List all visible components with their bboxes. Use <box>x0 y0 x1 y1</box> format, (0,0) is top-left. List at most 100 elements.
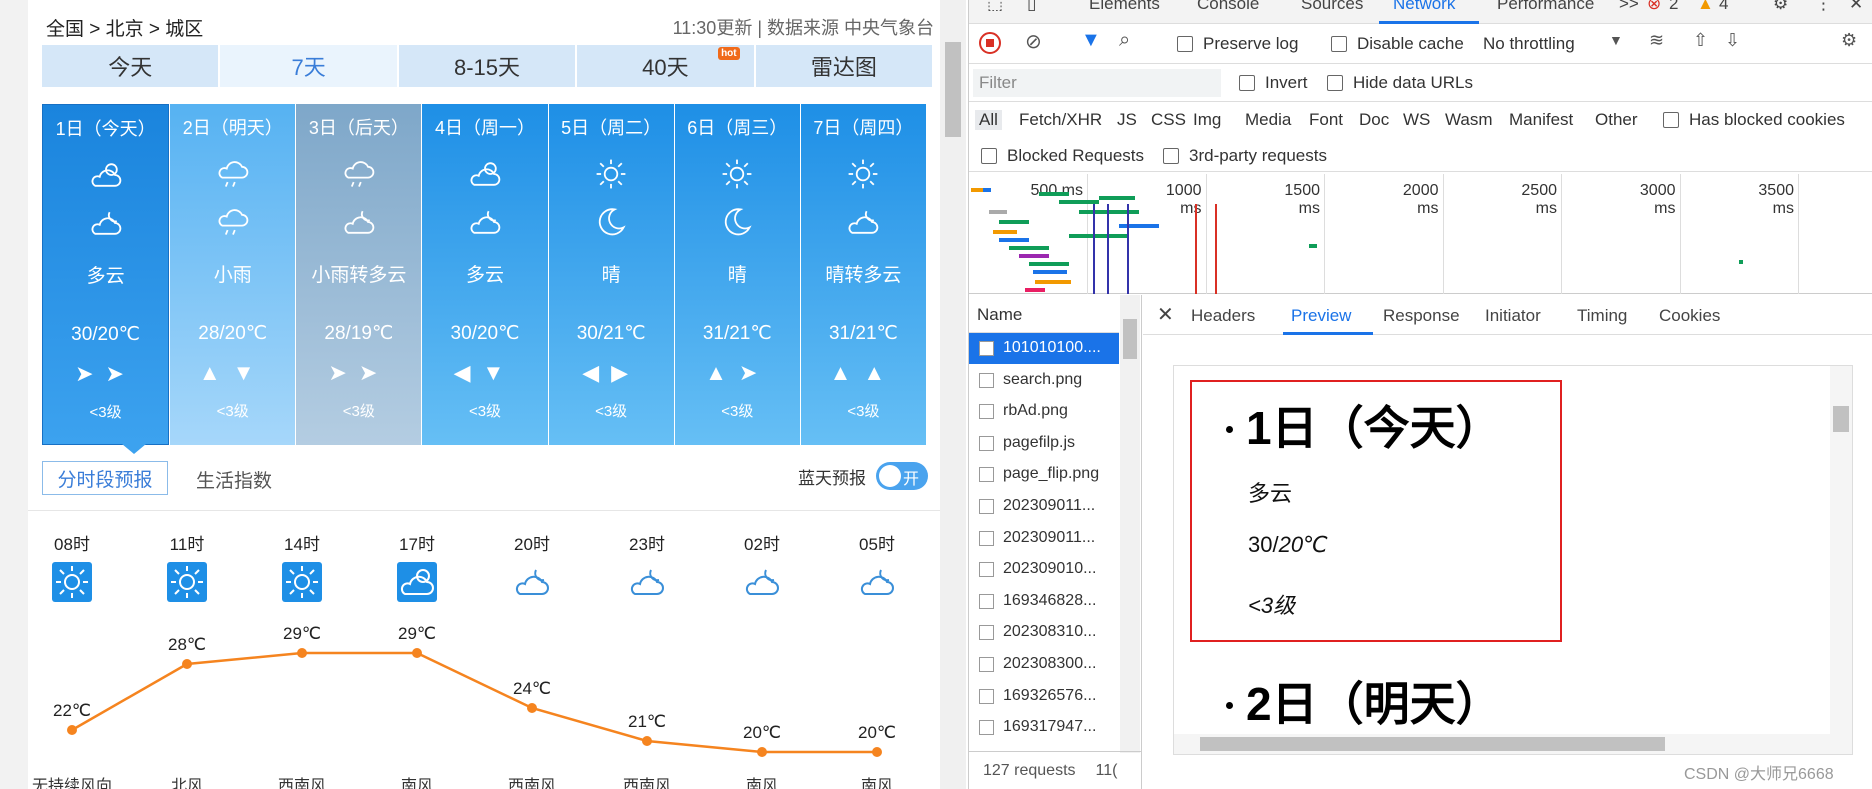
type-filter-manifest[interactable]: Manifest <box>1509 110 1573 130</box>
blocked-requests-checkbox[interactable] <box>981 148 997 164</box>
warning-icon[interactable]: ▲ <box>1697 0 1714 14</box>
network-timeline[interactable]: 500 ms 1000 ms 1500 ms 2000 ms 2500 ms 3000 m… <box>969 174 1872 294</box>
day-card[interactable]: 7日（周四） 晴转多云 31/21℃ ▲▲ <3级 <box>800 104 926 445</box>
type-filter-media[interactable]: Media <box>1245 110 1291 130</box>
network-settings-icon[interactable]: ⚙ <box>1841 30 1857 51</box>
kebab-menu-icon[interactable]: ⋮ <box>1815 0 1832 14</box>
type-filter-css[interactable]: CSS <box>1151 110 1186 130</box>
settings-icon[interactable]: ⚙ <box>1773 0 1788 14</box>
tab-console[interactable]: Console <box>1197 0 1259 14</box>
chevron-down-icon[interactable]: ▼ <box>1609 32 1623 48</box>
request-row[interactable]: 202309010... <box>969 554 1119 585</box>
subtab-hourly[interactable]: 分时段预报 <box>42 461 168 495</box>
scrollbar-thumb[interactable] <box>1123 319 1137 359</box>
type-filter-all[interactable]: All <box>975 110 1002 130</box>
request-list-scrollbar[interactable] <box>1120 295 1140 753</box>
request-row[interactable]: 202308310... <box>969 617 1119 648</box>
preserve-log-checkbox[interactable] <box>1177 36 1193 52</box>
request-row[interactable]: 101010100.... <box>969 333 1119 364</box>
close-details-icon[interactable]: ✕ <box>1157 302 1174 327</box>
day-card[interactable]: 6日（周三） 晴 31/21℃ ▲➤ <3级 <box>674 104 800 445</box>
error-icon[interactable]: ⊗ <box>1647 0 1661 14</box>
type-filter-wasm[interactable]: Wasm <box>1445 110 1493 130</box>
search-icon[interactable]: ⌕ <box>1119 29 1130 52</box>
bluesky-label: 蓝天预报 <box>798 469 866 488</box>
request-row[interactable]: 169346828... <box>969 586 1119 617</box>
type-filter-other[interactable]: Other <box>1595 110 1638 130</box>
day-card[interactable]: 5日（周二） 晴 30/21℃ ◀▶ <3级 <box>548 104 674 445</box>
waterfall-bar <box>1039 192 1069 196</box>
tab-8-15days[interactable]: 8-15天 <box>398 45 576 87</box>
disable-cache-checkbox[interactable] <box>1331 36 1347 52</box>
device-toggle-icon[interactable]: ▯ <box>1027 0 1036 14</box>
file-type-icon <box>979 688 994 704</box>
tab-timing[interactable]: Timing <box>1577 306 1627 326</box>
day-card[interactable]: 3日（后天） 小雨转多云 28/19℃ ➤➤ <3级 <box>296 104 422 445</box>
request-row[interactable]: 202309011... <box>969 523 1119 554</box>
export-icon[interactable]: ⇩ <box>1725 30 1740 51</box>
inspect-icon[interactable]: ⬚ <box>987 0 1003 14</box>
request-row[interactable]: 169317947... <box>969 712 1119 743</box>
tab-sources[interactable]: Sources <box>1301 0 1363 14</box>
waterfall-bar <box>1079 210 1139 214</box>
tab-40days[interactable]: 40天 hot <box>577 45 754 87</box>
request-row[interactable]: search.png <box>969 365 1119 396</box>
day-weather: 晴 <box>601 265 621 286</box>
name-column-header[interactable]: Name <box>969 295 1119 333</box>
breadcrumb[interactable]: 全国 > 北京 > 城区 <box>46 14 203 41</box>
has-blocked-cookies-checkbox[interactable] <box>1663 112 1679 128</box>
request-row[interactable]: pagefilp.js <box>969 428 1119 459</box>
type-filter-ws[interactable]: WS <box>1403 110 1430 130</box>
scrollbar-thumb[interactable] <box>945 42 961 137</box>
throttling-select[interactable]: No throttling <box>1483 34 1575 54</box>
tab-performance[interactable]: Performance <box>1497 0 1594 14</box>
clear-icon[interactable]: ⊘ <box>1025 29 1042 54</box>
tab-headers[interactable]: Headers <box>1191 306 1255 326</box>
import-icon[interactable]: ⇧ <box>1693 30 1708 51</box>
tab-cookies[interactable]: Cookies <box>1659 306 1720 326</box>
hide-data-urls-checkbox[interactable] <box>1327 75 1343 91</box>
day-card[interactable]: 4日（周一） 多云 30/20℃ ◀▼ <3级 <box>422 104 548 445</box>
filter-input[interactable]: Filter <box>973 69 1221 97</box>
more-tabs[interactable]: >> <box>1619 0 1639 14</box>
wind-level: <3级 <box>342 403 375 420</box>
type-filter-js[interactable]: JS <box>1117 110 1137 130</box>
tab-response[interactable]: Response <box>1383 306 1460 326</box>
scrollbar-thumb[interactable] <box>1833 406 1849 432</box>
type-filter-img[interactable]: Img <box>1193 110 1221 130</box>
tab-radar[interactable]: 雷达图 <box>755 45 933 87</box>
request-row[interactable]: 202309011... <box>969 491 1119 522</box>
tab-today[interactable]: 今天 <box>42 45 219 87</box>
record-icon[interactable] <box>979 32 1001 54</box>
preview-hscroll[interactable] <box>1174 734 1852 754</box>
waterfall-bar <box>1035 280 1071 284</box>
page-scrollbar[interactable] <box>940 0 966 789</box>
close-icon[interactable]: ✕ <box>1849 0 1863 14</box>
request-row[interactable]: page_flip.png <box>969 459 1119 490</box>
tab-7days[interactable]: 7天 <box>220 45 397 87</box>
network-conditions-icon[interactable]: ≋ <box>1649 30 1664 51</box>
waterfall-bar <box>1025 288 1045 292</box>
temp-point <box>642 736 652 746</box>
type-filter-doc[interactable]: Doc <box>1359 110 1389 130</box>
filter-icon[interactable]: ▼ <box>1081 29 1101 52</box>
tab-preview[interactable]: Preview <box>1291 306 1351 326</box>
day-card[interactable]: 2日（明天） 小雨 28/20℃ ▲▼ <3级 <box>170 104 296 445</box>
tab-initiator[interactable]: Initiator <box>1485 306 1541 326</box>
request-row[interactable]: rbAd.png <box>969 396 1119 427</box>
type-filter-fetchxhr[interactable]: Fetch/XHR <box>1019 110 1102 130</box>
invert-checkbox[interactable] <box>1239 75 1255 91</box>
request-row[interactable]: 202308300... <box>969 649 1119 680</box>
request-row[interactable]: 169326576... <box>969 681 1119 712</box>
third-party-checkbox[interactable] <box>1163 148 1179 164</box>
tab-elements[interactable]: Elements <box>1089 0 1160 14</box>
day-date: 7日（周四） <box>813 118 914 138</box>
file-type-icon <box>979 625 994 641</box>
day-card[interactable]: 1日（今天） 多云 30/20℃ ➤➤ <3级 <box>42 104 170 445</box>
bluesky-toggle[interactable]: 开 <box>876 462 928 490</box>
tab-network[interactable]: Network <box>1393 0 1455 14</box>
preview-vscroll[interactable] <box>1830 366 1852 738</box>
scrollbar-thumb[interactable] <box>1200 737 1665 751</box>
subtab-life-index[interactable]: 生活指数 <box>196 466 272 493</box>
type-filter-font[interactable]: Font <box>1309 110 1343 130</box>
